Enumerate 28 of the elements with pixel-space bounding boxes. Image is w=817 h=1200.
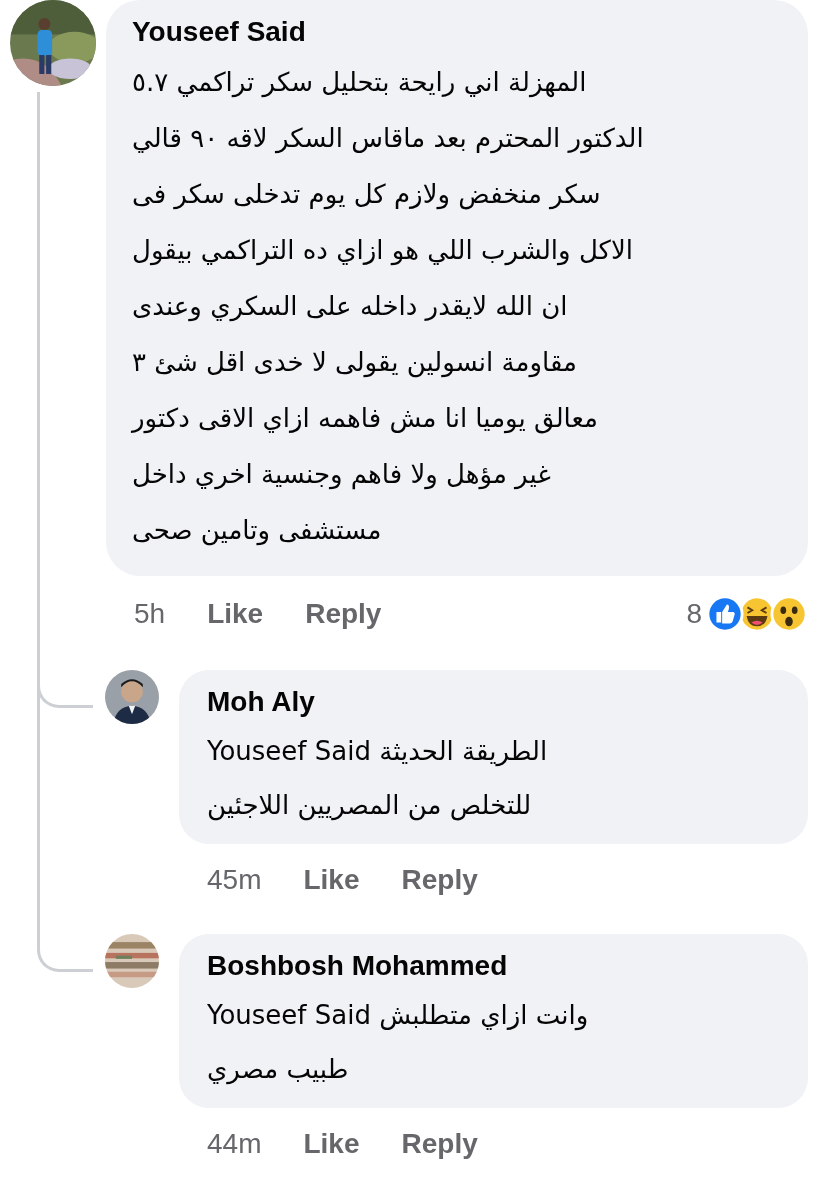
author-name: Moh Aly [207, 685, 316, 719]
surprised-reaction-icon [770, 595, 808, 633]
comment-text: طبيب مصري [207, 1053, 349, 1087]
comment-text: مستشفى وتامين صحى [132, 514, 382, 548]
comment-text: معالق يوميا انا مش فاهمه ازاي الاقى دكتور [132, 402, 598, 436]
comment-text: ان الله لايقدر داخله على السكري وعندى [132, 290, 568, 324]
like-link[interactable]: Like [303, 1128, 360, 1160]
comment-text: المهزلة اني رايحة بتحليل سكر تراكمي ٥.٧ [132, 66, 587, 100]
comment-time: 45m [207, 864, 262, 896]
comment-text: سكر منخفض ولازم كل يوم تدخلى سكر فى [132, 178, 601, 212]
comment-text: الاكل والشرب اللي هو ازاي ده التراكمي بيقول [132, 234, 633, 268]
reply-link[interactable]: Reply [305, 598, 382, 630]
comment-text: غير مؤهل ولا فاهم وجنسية اخري داخل [132, 458, 551, 492]
like-reaction-icon [706, 595, 744, 633]
comment-text: الدكتور المحترم بعد ماقاس السكر لاقه ٩٠ قالي [132, 122, 644, 156]
reply-link[interactable]: Reply [401, 864, 478, 896]
comment-time: 44m [207, 1128, 262, 1160]
reply-link[interactable]: Reply [401, 1128, 478, 1160]
comment-text: للتخلص من المصريين اللاجئين [207, 789, 532, 823]
like-link[interactable]: Like [207, 598, 264, 630]
like-link[interactable]: Like [303, 864, 360, 896]
comment-text: وانت ازاي متطلبش Youseef Said [207, 999, 589, 1033]
author-name: Boshbosh Mohammed [207, 949, 509, 983]
comment-text: مقاومة انسولين يقولى لا خدى اقل شئ ٣ [132, 346, 577, 380]
comment-text: الطريقة الحديثة Youseef Said [207, 735, 548, 769]
reaction-count: 8 [686, 598, 702, 630]
comment-time: 5h [134, 598, 166, 630]
author-name: Youseef Said [132, 15, 307, 49]
